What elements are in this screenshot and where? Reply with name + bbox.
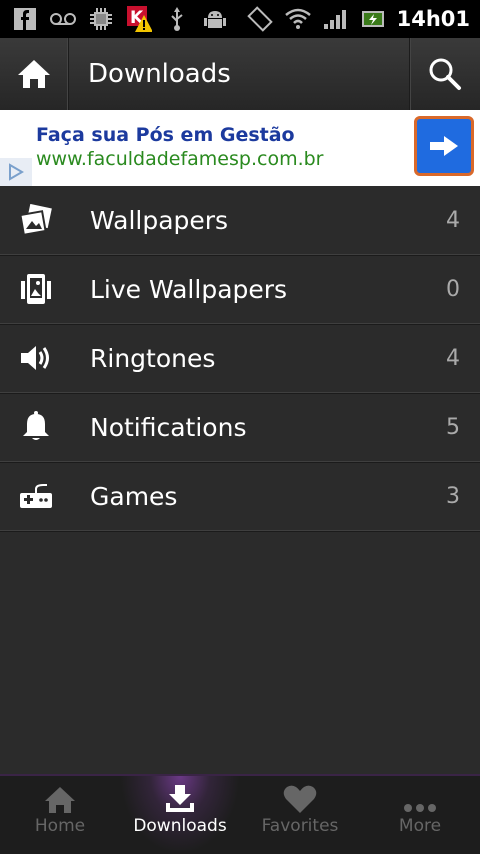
list-item-count: 0 [446, 276, 460, 302]
action-bar: Downloads [0, 38, 480, 111]
home-button[interactable] [0, 38, 69, 110]
tab-downloads[interactable]: Downloads [120, 776, 240, 854]
android-debug-icon [202, 6, 228, 32]
page-title: Downloads [88, 59, 231, 89]
wifi-icon [284, 6, 311, 32]
signal-icon [323, 6, 349, 32]
download-icon [166, 785, 194, 812]
bell-icon [18, 409, 54, 445]
list-item-count: 3 [446, 483, 460, 509]
list-item-wallpapers[interactable]: Wallpapers 4 [0, 186, 480, 255]
kaspersky-warning-icon: K [126, 6, 152, 32]
usb-icon [164, 6, 190, 32]
list-item-label: Ringtones [90, 343, 216, 373]
clock: 14h01 [396, 7, 470, 31]
ad-url[interactable]: www.faculdadefamesp.com.br [36, 148, 324, 170]
list-item-live-wallpapers[interactable]: Live Wallpapers 0 [0, 255, 480, 324]
list-item-count: 5 [446, 414, 460, 440]
home-icon [45, 787, 75, 813]
bottom-tab-bar: Home Downloads Favorites More [0, 774, 480, 854]
tab-label: Favorites [261, 816, 339, 836]
status-bar: K 14h01 [0, 0, 480, 38]
list-item-label: Notifications [90, 412, 247, 442]
ad-banner[interactable]: Faça sua Pós em Gestão www.faculdadefame… [0, 110, 480, 186]
list-item-ringtones[interactable]: Ringtones 4 [0, 324, 480, 393]
chip-icon [88, 6, 114, 32]
list-item-games[interactable]: Games 3 [0, 462, 480, 531]
tab-label: Home [34, 816, 86, 836]
arrow-right-icon [430, 136, 458, 156]
ad-go-button[interactable] [414, 116, 474, 176]
speaker-icon [18, 340, 54, 376]
rotation-lock-icon [246, 6, 273, 32]
wallpapers-icon [18, 202, 54, 238]
more-icon [404, 804, 436, 812]
heart-icon [283, 785, 317, 813]
voicemail-icon [50, 6, 76, 32]
live-wallpapers-icon [18, 271, 54, 307]
tab-more[interactable]: More [360, 776, 480, 854]
battery-charging-icon [361, 6, 387, 32]
list-item-count: 4 [446, 207, 460, 233]
tab-label: Downloads [133, 816, 227, 836]
facebook-icon [12, 6, 38, 32]
tab-label: More [398, 816, 442, 836]
search-button[interactable] [409, 38, 480, 110]
category-list: Wallpapers 4 Live Wallpapers 0 Ringtones… [0, 186, 480, 531]
gamepad-icon [18, 478, 54, 514]
adchoices-icon[interactable] [0, 158, 32, 186]
list-item-label: Wallpapers [90, 205, 229, 235]
list-item-notifications[interactable]: Notifications 5 [0, 393, 480, 462]
list-item-label: Live Wallpapers [90, 274, 288, 304]
list-item-label: Games [90, 481, 178, 511]
ad-title[interactable]: Faça sua Pós em Gestão [36, 124, 295, 146]
tab-favorites[interactable]: Favorites [240, 776, 360, 854]
list-item-count: 4 [446, 345, 460, 371]
search-icon [429, 58, 461, 90]
tab-home[interactable]: Home [0, 776, 120, 854]
home-icon [18, 60, 50, 88]
